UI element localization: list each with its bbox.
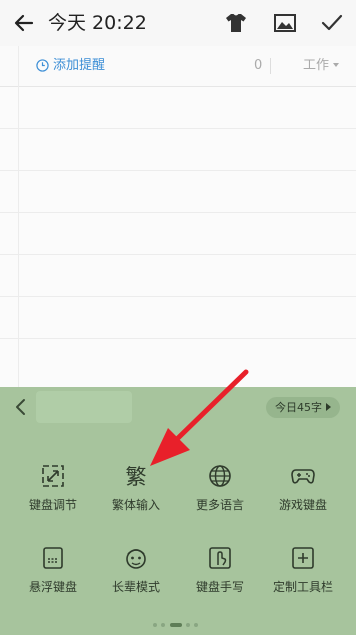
game-keyboard-label: 游戏键盘 [278,498,327,512]
margin-line [18,46,19,387]
page-dot [194,623,198,627]
floating-keyboard-icon [43,547,63,569]
elder-face-icon [126,549,146,569]
traditional-chinese-icon: 繁 [126,465,147,489]
note-body[interactable] [0,87,356,387]
custom-toolbar-button[interactable]: 定制工具栏 [260,545,344,623]
page-dot [153,623,157,627]
top-bar: 今天 20:22 [0,0,356,47]
back-arrow-icon[interactable] [12,11,36,35]
add-reminder-button[interactable]: 添加提醒 [53,58,105,74]
custom-toolbar-icon [292,547,314,569]
traditional-glyph: 繁 [126,465,147,489]
image-icon[interactable] [273,12,297,34]
page-dot-active [170,623,182,627]
word-count: 0 [254,58,263,73]
ruled-line [0,296,356,297]
handwriting-button[interactable]: 键盘手写 [177,545,261,623]
ruled-line [0,338,356,339]
word-count-label: 今日45字 [275,401,322,414]
clock-icon [36,59,49,72]
more-languages-button[interactable]: 更多语言 [177,463,261,541]
custom-toolbar-label: 定制工具栏 [272,580,333,594]
gamepad-icon [291,469,315,484]
more-languages-label: 更多语言 [195,498,244,512]
ruled-line [0,170,356,171]
handwriting-icon [209,547,231,569]
globe-icon [209,465,231,487]
ruled-line [0,212,356,213]
traditional-chinese-label: 繁体输入 [111,498,160,512]
reminder-row: 添加提醒 0 工作 [0,46,356,87]
play-icon [326,403,331,411]
page-dot [161,623,165,627]
keyboard-adjust-icon [42,465,64,487]
elder-mode-button[interactable]: 长辈模式 [93,545,177,623]
page-indicator [0,621,356,629]
floating-keyboard-label: 悬浮键盘 [28,580,77,594]
traditional-chinese-button[interactable]: 繁 繁体输入 [93,463,177,541]
category-selector[interactable]: 工作 [303,58,329,74]
candidate-strip [36,391,132,423]
divider [270,58,271,74]
keyboard-panel: 今日45字 键盘调节 繁 繁体输入 更多语言 游戏键盘 悬浮键盘 长辈模式 键盘… [0,387,356,635]
handwriting-label: 键盘手写 [195,580,244,594]
page-dot [186,623,190,627]
page-title: 今天 20:22 [48,12,147,34]
checkmark-icon[interactable] [320,12,344,34]
ruled-line [0,128,356,129]
keyboard-adjust-label: 键盘调节 [28,498,77,512]
elder-mode-label: 长辈模式 [111,580,160,594]
game-keyboard-button[interactable]: 游戏键盘 [260,463,344,541]
chevron-down-icon[interactable] [333,63,339,67]
tshirt-icon[interactable] [224,12,248,34]
keyboard-toolbar: 今日45字 [0,387,356,427]
ruled-line [0,254,356,255]
chevron-left-icon[interactable] [12,397,30,417]
keyboard-adjust-button[interactable]: 键盘调节 [10,463,94,541]
word-count-pill[interactable]: 今日45字 [266,397,340,418]
floating-keyboard-button[interactable]: 悬浮键盘 [10,545,94,623]
